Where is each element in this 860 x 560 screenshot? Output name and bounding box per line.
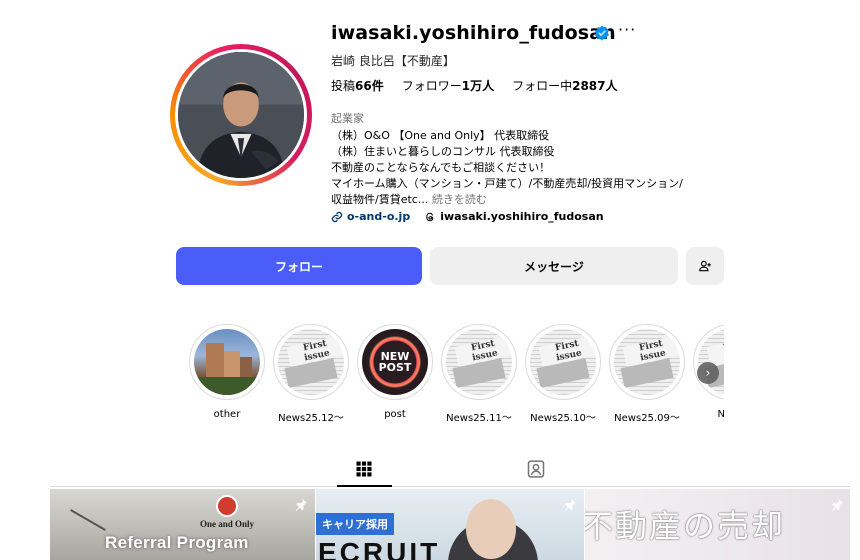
posts-label: 投稿 (331, 79, 356, 93)
profile-bio: （株）O&O 【One and Only】 代表取締役 （株）住まいと暮らしのコ… (331, 128, 683, 208)
person-face (466, 499, 516, 559)
brand-logo: One and Only (200, 495, 254, 529)
profile-username: iwasaki.yoshihiro_fudosan (331, 22, 616, 44)
stat-followers[interactable]: フォロワー1万人 (402, 77, 494, 94)
profile-avatar-ring[interactable] (170, 44, 312, 186)
tabs-divider (50, 486, 850, 487)
follow-button[interactable]: フォロー (176, 247, 422, 285)
logo-text: One and Only (200, 519, 255, 529)
avatar-inner (175, 49, 307, 181)
posts-count: 66件 (355, 79, 384, 93)
website-link-text: o-and-o.jp (347, 210, 411, 223)
profile-full-name: 岩崎 良比呂【不動産】 (331, 54, 455, 68)
highlight-ring: First issue (609, 324, 685, 400)
logo-mark (216, 495, 239, 517)
threads-icon (426, 212, 434, 221)
bio-line: （株）O&O 【One and Only】 代表取締役 (331, 129, 550, 142)
profile-stats: 投稿66件 フォロワー1万人 フォロー中2887人 (331, 77, 618, 94)
message-button[interactable]: メッセージ (430, 247, 678, 285)
highlight-ring: First issue (441, 324, 517, 400)
highlight-cover: First issue (446, 329, 512, 395)
highlight-label: other (213, 409, 241, 420)
highlight-item[interactable]: First issue News25.11～ (440, 324, 518, 424)
following-count: 2887人 (572, 79, 618, 93)
highlight-ring: First issue (273, 324, 349, 400)
post-thumbnail[interactable]: 不動産の売却 (585, 489, 850, 560)
threads-link[interactable]: iwasaki.yoshihiro_fudosan (424, 210, 604, 223)
bio-line: （株）住まいと暮らしのコンサル 代表取締役 (331, 145, 555, 158)
highlight-ring: First issue (525, 324, 601, 400)
highlight-item[interactable]: First issue News25.12～ (272, 324, 350, 424)
highlight-label: News25.12～ (278, 413, 344, 424)
post-title: Referral Program (105, 533, 249, 552)
bio-line-last: 収益物件/賃貸etc... 続きを読む (331, 192, 683, 208)
bio-line: 不動産のことならなんでもご相談ください！ (331, 161, 551, 174)
highlight-item[interactable]: other (188, 324, 266, 420)
story-highlights: other First issue News25.12～ NEW POST po… (186, 324, 724, 424)
post-thumbnail[interactable]: キャリア採用 ECRUIT (316, 489, 584, 560)
post-headline: ECRUIT (318, 537, 441, 560)
suggested-accounts-button[interactable] (686, 247, 724, 285)
bio-read-more-link[interactable]: 続きを読む (428, 193, 487, 206)
highlight-label: post (384, 409, 406, 420)
followers-count: 1万人 (461, 79, 495, 93)
avatar-portrait (178, 52, 304, 178)
avatar (178, 52, 304, 178)
highlight-cover: First issue (614, 329, 680, 395)
verified-badge-icon (594, 25, 610, 41)
following-label: フォロー中 (512, 79, 573, 93)
highlight-cover: First issue (530, 329, 596, 395)
profile-category: 起業家 (331, 112, 364, 125)
new-post-badge-line: POST (378, 361, 412, 374)
highlight-label: News (717, 409, 724, 420)
post-tag: キャリア採用 (316, 513, 394, 535)
bio-line: マイホーム購入（マンション・戸建て）/不動産売却/投資用マンション/ (331, 177, 683, 190)
pinned-post-icon (564, 498, 576, 511)
pinned-post-icon (831, 498, 843, 511)
highlight-label: News25.11～ (446, 413, 512, 424)
link-icon (331, 211, 343, 222)
stat-posts: 投稿66件 (331, 77, 384, 94)
post-thumbnail[interactable]: One and Only Referral Program (50, 489, 315, 560)
building-image (194, 343, 260, 395)
post-headline: 不動産の売却 (585, 507, 786, 545)
profile-links: o-and-o.jp iwasaki.yoshihiro_fudosan (331, 210, 604, 223)
highlight-item[interactable]: First issue News25.09～ (608, 324, 686, 424)
threads-handle-text: iwasaki.yoshihiro_fudosan (440, 210, 604, 223)
more-options-icon[interactable]: ··· (618, 22, 636, 38)
bio-line: 収益物件/賃貸etc... (331, 193, 429, 206)
followers-label: フォロワー (401, 79, 462, 93)
tagged-tab-icon[interactable] (526, 459, 546, 479)
highlight-label: News25.09～ (614, 413, 680, 424)
highlights-next-arrow-icon[interactable]: › (697, 362, 719, 384)
highlight-cover: First issue (278, 329, 344, 395)
highlight-item[interactable]: First issue News25.10～ (524, 324, 602, 424)
highlight-item[interactable]: NEW POST post (356, 324, 434, 420)
website-link[interactable]: o-and-o.jp (331, 210, 410, 223)
stat-following[interactable]: フォロー中2887人 (512, 77, 617, 94)
posts-grid-tab-icon[interactable] (354, 459, 374, 479)
add-user-icon (699, 260, 711, 272)
highlight-ring: NEW POST (357, 324, 433, 400)
lamp-decoration (70, 509, 106, 531)
highlight-cover (194, 329, 260, 395)
highlight-label: News25.10～ (530, 413, 596, 424)
pinned-post-icon (295, 498, 307, 511)
highlight-ring (189, 324, 265, 400)
active-tab-indicator (337, 485, 392, 487)
highlight-cover: NEW POST (362, 329, 428, 395)
